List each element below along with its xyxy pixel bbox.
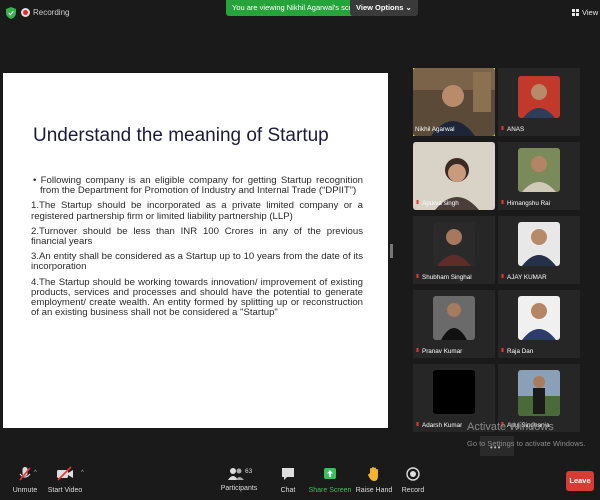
participant-avatar [433,370,475,414]
top-bar: Recording You are viewing Nikhil Agarwal… [0,0,600,26]
view-label: View [582,8,599,17]
participant-name: AJAY KUMAR [500,274,547,281]
participant-avatar [518,296,560,340]
share-screen-label: Share Screen [308,487,352,494]
participant-name: ANAS [500,126,524,133]
participant-tile[interactable]: Nikhil Agarwal [413,68,495,136]
participant-tile[interactable]: Raja Dan [498,290,580,358]
participant-name: Shubham Singhal [415,274,472,281]
participant-tile[interactable]: Apurva singh [413,142,495,210]
record-button[interactable]: Record [388,466,438,494]
participant-avatar [433,296,475,340]
viewing-banner: You are viewing Nikhil Agarwal's screen [226,0,370,16]
slide-content: • Following company is an eligible compa… [31,175,363,323]
participant-tile[interactable]: AJAY KUMAR [498,216,580,284]
participant-tile[interactable]: Shubham Singhal [413,216,495,284]
view-options-button[interactable]: View Options ⌄ [350,0,418,16]
muted-mic-icon [501,200,504,204]
participant-name: Apurva singh [415,200,459,207]
start-video-label: Start Video [47,487,83,494]
slide-item: 1.The Startup should be incorporated as … [31,200,363,222]
activation-watermark-subtitle: Go to Settings to activate Windows. [467,439,586,448]
participants-button[interactable]: 63 Participants [214,466,264,492]
record-label: Record [401,487,425,494]
shield-icon[interactable] [6,7,16,19]
participant-name: Nikhil Agarwal [415,126,455,133]
slide-title: Understand the meaning of Startup [33,125,329,146]
chat-icon [282,468,294,480]
participant-tile[interactable]: Pranav Kumar [413,290,495,358]
share-screen-button[interactable]: Share Screen [305,466,355,494]
audio-options-caret[interactable]: ^ [34,470,37,476]
muted-mic-icon [416,274,419,278]
slide-item: • Following company is an eligible compa… [33,175,363,197]
participant-avatar [518,76,560,118]
participant-name: Pranav Kumar [415,348,462,355]
muted-mic-icon [19,467,31,481]
view-button[interactable]: View [572,8,598,17]
participant-tile[interactable]: Himangshu Rai [498,142,580,210]
participant-name: Raja Dan [500,348,533,355]
raise-hand-icon [368,467,378,481]
record-icon [406,467,420,481]
participants-label: Participants [220,485,258,492]
shared-screen: Understand the meaning of Startup • Foll… [3,73,388,428]
slide-item: 4.The Startup should be working towards … [31,276,363,319]
activation-watermark-title: Activate Windows [467,421,554,433]
split-divider-handle[interactable] [390,244,393,258]
participant-name: Himangshu Rai [500,200,550,207]
participants-icon [228,468,244,480]
leave-button[interactable]: Leave [566,471,594,491]
muted-mic-icon [416,422,419,426]
participant-name: Adarsh Kumar [415,422,462,429]
recording-label: Recording [33,8,70,17]
muted-mic-icon [416,348,419,352]
slide-item: 3.An entity shall be considered as a Sta… [31,251,363,273]
participant-avatar [518,222,560,266]
participant-avatar [518,148,560,192]
muted-mic-icon [501,274,504,278]
grid-icon [572,9,579,16]
meeting-toolbar: Unmute ^ Start Video ^ 63 Participants C… [0,460,600,500]
slide-item: 2.Turnover should be less than INR 100 C… [31,225,363,248]
recording-icon [21,8,30,17]
participant-tile[interactable]: ANAS [498,68,580,136]
participants-count: 63 [245,468,253,475]
participant-avatar [433,222,475,266]
share-screen-icon [324,468,336,479]
participant-avatar [518,370,560,416]
muted-mic-icon [501,126,504,130]
video-options-caret[interactable]: ^ [81,470,84,476]
video-off-icon [57,466,73,481]
muted-mic-icon [501,348,504,352]
muted-mic-icon [416,200,419,204]
